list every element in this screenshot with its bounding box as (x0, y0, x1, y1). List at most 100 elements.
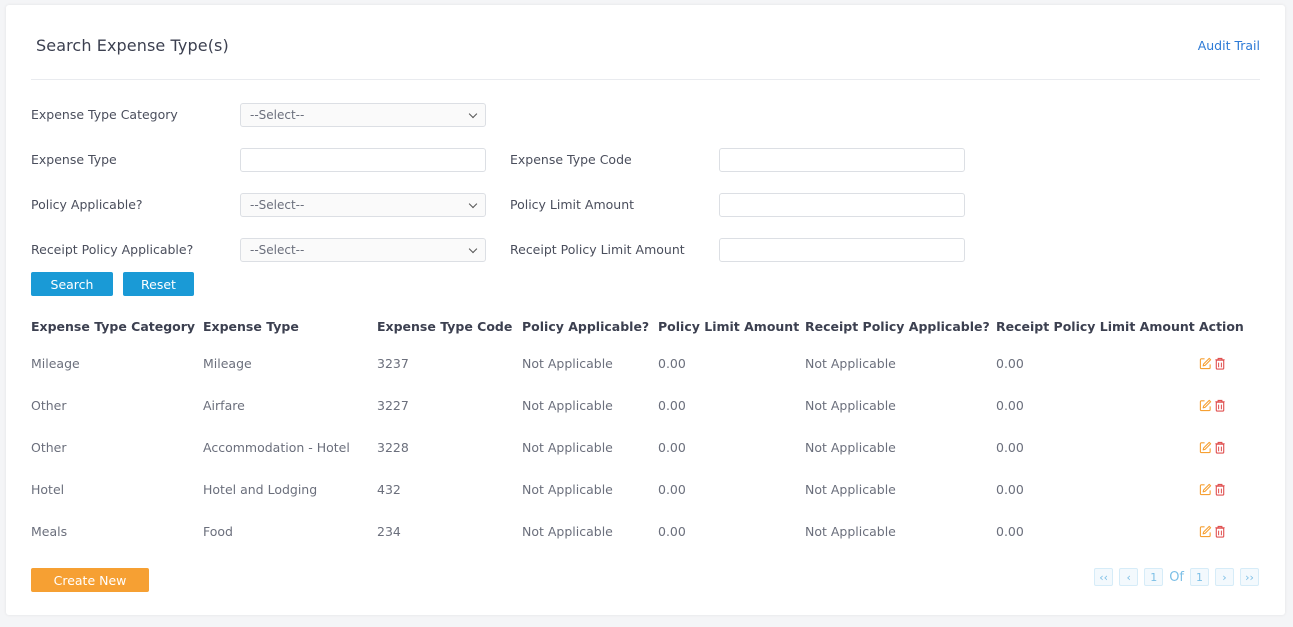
table-cell: Meals (31, 523, 68, 539)
action-cell (1199, 468, 1261, 510)
expense-type-code-label: Expense Type Code (510, 152, 632, 167)
search-button[interactable]: Search (31, 272, 113, 296)
table-cell: Food (203, 523, 233, 539)
row-actions (1199, 483, 1261, 496)
receipt-policy-limit-amount-label: Receipt Policy Limit Amount (510, 242, 685, 257)
row-actions (1199, 441, 1261, 454)
table-cell: 0.00 (658, 523, 686, 539)
prev-page-button[interactable]: ‹ (1119, 568, 1139, 586)
create-new-button[interactable]: Create New (31, 568, 149, 592)
table-cell: 0.00 (996, 481, 1024, 497)
expense-type-category-value: --Select-- (250, 108, 305, 122)
next-page-button[interactable]: › (1215, 568, 1234, 586)
table-cell: Other (31, 439, 67, 455)
delete-icon[interactable] (1214, 525, 1226, 538)
table-row: Hotel Hotel and Lodging 432 Not Applicable 0… (31, 468, 1261, 510)
table-row: Mileage Mileage 3237 Not Applicable 0.00 Not … (31, 342, 1261, 384)
column-header: Action (1199, 318, 1244, 334)
chevron-down-icon (468, 109, 478, 119)
edit-icon[interactable] (1199, 441, 1212, 454)
table-cell: Mileage (31, 355, 80, 371)
table-cell: 0.00 (658, 481, 686, 497)
policy-applicable-select[interactable]: --Select-- (240, 193, 486, 217)
expense-type-label: Expense Type (31, 152, 117, 167)
receipt-policy-applicable-value: --Select-- (250, 243, 305, 257)
table-cell: Not Applicable (522, 481, 613, 497)
table-cell: 0.00 (658, 397, 686, 413)
chevron-down-icon (468, 199, 478, 209)
table-cell: 0.00 (996, 523, 1024, 539)
edit-icon[interactable] (1199, 357, 1212, 370)
pagination: ‹‹ ‹ 1 Of 1 › ›› (1094, 568, 1259, 586)
last-page-button[interactable]: ›› (1240, 568, 1259, 586)
table-cell: Not Applicable (805, 523, 896, 539)
table-cell: Not Applicable (805, 481, 896, 497)
table-cell: 0.00 (658, 355, 686, 371)
action-cell (1199, 342, 1261, 384)
edit-icon[interactable] (1199, 525, 1212, 538)
page-of-label: Of (1169, 569, 1184, 585)
policy-applicable-label: Policy Applicable? (31, 197, 143, 212)
action-cell (1199, 426, 1261, 468)
delete-icon[interactable] (1214, 399, 1226, 412)
audit-trail-link[interactable]: Audit Trail (1198, 38, 1260, 53)
edit-icon[interactable] (1199, 399, 1212, 412)
expense-type-search-card: Search Expense Type(s) Audit Trail Expen… (6, 5, 1285, 615)
policy-limit-amount-label: Policy Limit Amount (510, 197, 635, 212)
receipt-policy-limit-amount-input[interactable] (719, 238, 965, 262)
column-header: Policy Applicable? (522, 318, 650, 334)
table-row: Meals Food 234 Not Applicable 0.00 Not Applic… (31, 510, 1261, 552)
policy-limit-amount-input[interactable] (719, 193, 965, 217)
action-cell (1199, 384, 1261, 426)
first-page-button[interactable]: ‹‹ (1094, 568, 1114, 586)
table-row: Other Accommodation - Hotel 3228 Not Applic… (31, 426, 1261, 468)
expense-types-table: Expense Type Category Expense Type Expen… (31, 310, 1261, 552)
table-cell: Mileage (203, 355, 252, 371)
action-cell (1199, 510, 1261, 552)
table-cell: 0.00 (996, 355, 1024, 371)
table-cell: Accommodation - Hotel (203, 439, 350, 455)
table-cell: 432 (377, 481, 401, 497)
column-header: Policy Limit Amount (658, 318, 800, 334)
edit-icon[interactable] (1199, 483, 1212, 496)
expense-type-category-select[interactable]: --Select-- (240, 103, 486, 127)
header-divider (31, 79, 1260, 80)
reset-button[interactable]: Reset (123, 272, 194, 296)
table-cell: Not Applicable (805, 397, 896, 413)
expense-type-input[interactable] (240, 148, 486, 172)
table-cell: 0.00 (658, 439, 686, 455)
table-cell: Not Applicable (522, 397, 613, 413)
table-cell: Not Applicable (805, 439, 896, 455)
delete-icon[interactable] (1214, 441, 1226, 454)
table-cell: 3227 (377, 397, 409, 413)
table-cell: Not Applicable (522, 523, 613, 539)
page-title: Search Expense Type(s) (36, 36, 229, 55)
table-cell: 0.00 (996, 397, 1024, 413)
table-header-row: Expense Type Category Expense Type Expen… (31, 310, 1261, 342)
table-cell: Not Applicable (522, 439, 613, 455)
receipt-policy-applicable-label: Receipt Policy Applicable? (31, 242, 194, 257)
delete-icon[interactable] (1214, 483, 1226, 496)
column-header: Expense Type Code (377, 318, 513, 334)
expense-type-code-input[interactable] (719, 148, 965, 172)
policy-applicable-value: --Select-- (250, 198, 305, 212)
row-actions (1199, 399, 1261, 412)
column-header: Receipt Policy Applicable? (805, 318, 990, 334)
table-cell: 234 (377, 523, 401, 539)
table-row: Other Airfare 3227 Not Applicable 0.00 Not Ap… (31, 384, 1261, 426)
row-actions (1199, 525, 1261, 538)
table-cell: Airfare (203, 397, 245, 413)
column-header: Receipt Policy Limit Amount (996, 318, 1195, 334)
table-cell: Not Applicable (522, 355, 613, 371)
receipt-policy-applicable-select[interactable]: --Select-- (240, 238, 486, 262)
table-cell: Other (31, 397, 67, 413)
delete-icon[interactable] (1214, 357, 1226, 370)
current-page-indicator[interactable]: 1 (1144, 568, 1164, 586)
table-cell: Not Applicable (805, 355, 896, 371)
row-actions (1199, 357, 1261, 370)
total-pages-indicator: 1 (1190, 568, 1209, 586)
table-cell: 3237 (377, 355, 409, 371)
table-cell: Hotel (31, 481, 65, 497)
table-cell: 3228 (377, 439, 409, 455)
expense-type-category-label: Expense Type Category (31, 107, 178, 122)
